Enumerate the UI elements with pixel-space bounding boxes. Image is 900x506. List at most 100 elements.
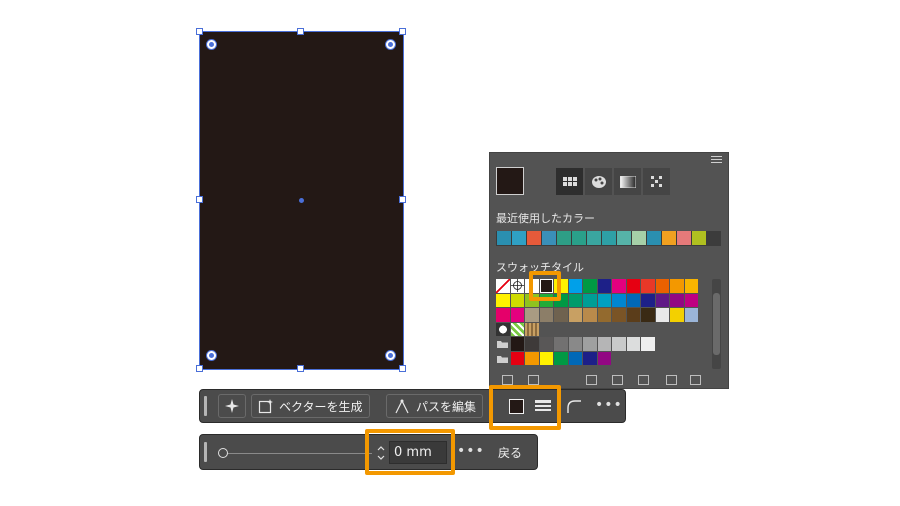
delete-swatch-icon[interactable] [690,375,701,385]
resize-handle-top-right[interactable] [399,28,406,35]
swatch-tile[interactable] [568,351,582,365]
swatch-tile[interactable] [612,308,626,322]
swatch-libraries-icon[interactable] [502,375,513,385]
recent-color-swatch[interactable] [692,231,706,245]
swatch-tile[interactable] [641,293,655,307]
generate-similar-button[interactable] [218,394,246,418]
recent-color-swatch[interactable] [602,231,616,245]
swatch-tile[interactable] [655,293,669,307]
corner-bar-grip[interactable] [204,442,207,462]
swatch-tile[interactable] [626,337,640,351]
swatch-tile[interactable] [626,279,640,293]
swatch-tile[interactable] [670,293,684,307]
swatch-tile[interactable] [496,293,510,307]
swatch-tile[interactable] [655,279,669,293]
new-color-group-icon[interactable] [612,375,623,385]
resize-handle-top-left[interactable] [196,28,203,35]
swatch-tile[interactable] [583,279,597,293]
swatch-tile[interactable] [554,308,568,322]
swatch-tile[interactable] [684,308,698,322]
recent-color-swatch[interactable] [542,231,556,245]
swatch-tile[interactable] [612,293,626,307]
recent-color-swatch[interactable] [662,231,676,245]
recent-color-swatch[interactable] [647,231,661,245]
swatch-tile[interactable] [510,308,524,322]
recent-color-swatch[interactable] [572,231,586,245]
swatch-pattern-b[interactable] [510,322,524,336]
swatch-tile[interactable] [670,308,684,322]
grid-view-icon[interactable] [556,168,583,195]
corner-widget-bottom-left[interactable] [206,350,217,361]
taskbar-more-button[interactable]: ••• [595,397,623,413]
swatch-tile[interactable] [641,279,655,293]
resize-handle-bottom-left[interactable] [196,365,203,372]
corner-slider-track[interactable] [222,453,372,454]
swatch-tile[interactable] [583,351,597,365]
swatch-tile[interactable] [684,279,698,293]
resize-handle-top-middle[interactable] [297,28,304,35]
swatch-tile[interactable] [597,337,611,351]
swatch-none[interactable] [496,279,510,293]
swatch-tile[interactable] [496,308,510,322]
swatch-tile[interactable] [554,351,568,365]
swatch-tile[interactable] [525,308,539,322]
swatch-tile[interactable] [510,293,524,307]
swatch-options-icon[interactable] [586,375,597,385]
recent-color-swatch[interactable] [632,231,646,245]
swatch-registration[interactable] [510,279,524,293]
corner-widget-top-right[interactable] [385,39,396,50]
resize-handle-middle-left[interactable] [196,196,203,203]
recent-color-swatch[interactable] [617,231,631,245]
back-button[interactable]: 戻る [498,444,522,461]
swatch-tile[interactable] [641,308,655,322]
swatch-tile[interactable] [597,308,611,322]
corner-widget-top-left[interactable] [206,39,217,50]
swatch-tile[interactable] [539,308,553,322]
color-group-icon[interactable] [585,168,612,195]
resize-handle-bottom-right[interactable] [399,365,406,372]
recent-color-swatch[interactable] [587,231,601,245]
swatch-tile[interactable] [655,308,669,322]
gradient-icon[interactable] [614,168,641,195]
swatch-tile[interactable] [568,337,582,351]
corner-bar-more-button[interactable]: ••• [457,443,485,459]
recent-color-swatch[interactable] [677,231,691,245]
swatch-tile[interactable] [612,279,626,293]
swatch-pattern-c[interactable] [525,322,539,336]
swatch-tile[interactable] [597,279,611,293]
resize-handle-middle-right[interactable] [399,196,406,203]
current-fill-swatch[interactable] [496,167,524,195]
swatch-tile[interactable] [597,351,611,365]
swatch-tile[interactable] [568,279,582,293]
swatch-tile[interactable] [525,351,539,365]
swatch-tile[interactable] [568,293,582,307]
swatch-tile[interactable] [597,293,611,307]
swatch-tile[interactable] [568,308,582,322]
swatch-tile[interactable] [583,293,597,307]
corner-widget-bottom-right[interactable] [385,350,396,361]
folder-icon[interactable] [638,375,649,385]
resize-handle-bottom-middle[interactable] [297,365,304,372]
swatch-tile[interactable] [626,308,640,322]
swatch-tile[interactable] [583,308,597,322]
swatch-pattern-a[interactable] [496,322,510,336]
swatch-tile[interactable] [583,337,597,351]
generate-vector-button[interactable]: ベクターを生成 [251,394,370,418]
recent-color-swatch[interactable] [512,231,526,245]
recent-color-swatch[interactable] [557,231,571,245]
recent-color-swatch[interactable] [527,231,541,245]
recent-color-swatch[interactable] [497,231,511,245]
taskbar-grip[interactable] [204,396,207,416]
swatch-tile[interactable] [626,293,640,307]
pattern-icon[interactable] [643,168,670,195]
corner-slider-knob[interactable] [218,448,228,458]
swatch-scrollbar[interactable] [712,279,721,369]
swatch-tile[interactable] [510,337,524,351]
new-swatch-icon[interactable] [666,375,677,385]
swatch-tile[interactable] [525,337,539,351]
swatch-tile[interactable] [670,279,684,293]
swatch-tile[interactable] [684,293,698,307]
show-kinds-icon[interactable] [528,375,539,385]
swatch-tile[interactable] [612,337,626,351]
swatch-tile[interactable] [554,337,568,351]
